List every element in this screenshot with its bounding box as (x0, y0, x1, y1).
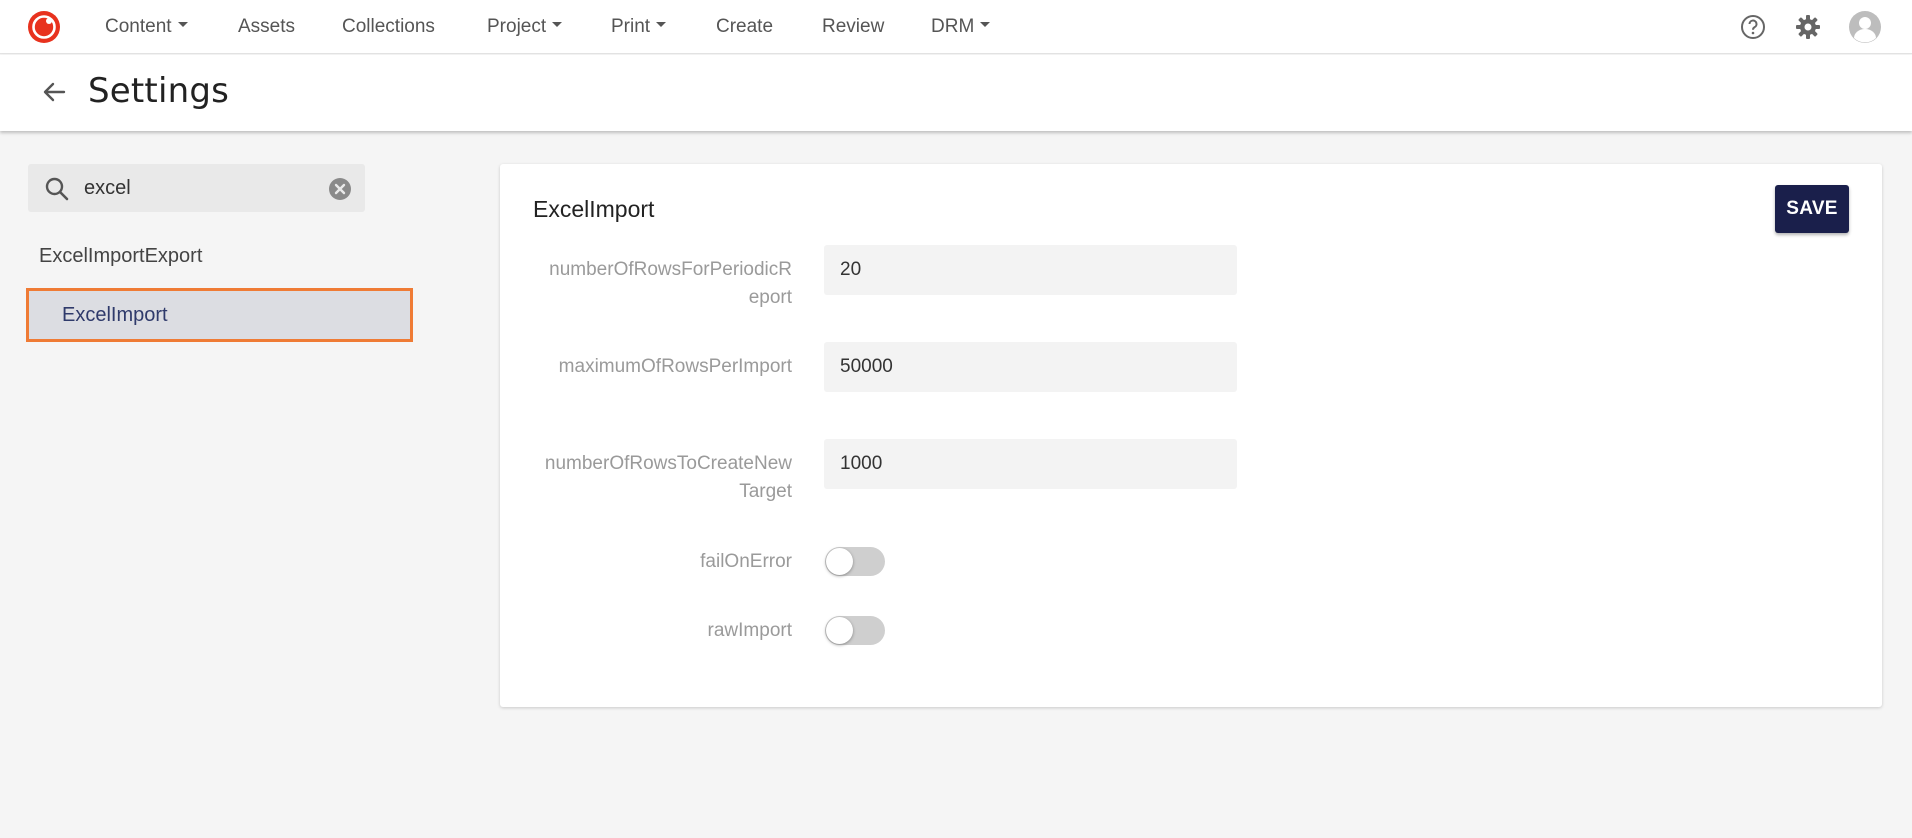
search-icon (45, 177, 69, 201)
section-title: ExcelImport (533, 196, 655, 222)
top-navigation: Content Assets Collections Project Print… (0, 0, 1912, 54)
sitecore-logo-icon[interactable] (27, 10, 61, 44)
nav-review[interactable]: Review (822, 0, 884, 54)
settings-search (28, 164, 365, 212)
tree-item-excelimport[interactable]: ExcelImport (26, 288, 413, 342)
nav-content[interactable]: Content (105, 0, 188, 54)
toggle-knob (826, 548, 853, 575)
settings-card: ExcelImport SAVE numberOfRowsForPeriodic… (500, 164, 1882, 707)
caret-down-icon (177, 22, 188, 28)
back-arrow-icon[interactable] (38, 76, 70, 108)
gear-icon[interactable] (1793, 12, 1823, 42)
failonerror-toggle[interactable] (825, 547, 885, 576)
clear-search-icon[interactable] (328, 177, 352, 201)
numberofrowsforperiodicreport-input[interactable] (824, 245, 1237, 295)
maximumofrowsperimport-input[interactable] (824, 342, 1237, 392)
user-avatar-icon[interactable] (1848, 10, 1882, 44)
page-title: Settings (88, 71, 230, 111)
save-button[interactable]: SAVE (1775, 185, 1849, 233)
caret-down-icon (552, 22, 563, 28)
help-icon[interactable] (1738, 12, 1768, 42)
field-label-numberofrowstocreatenewtarget: numberOfRowsToCreateNewTarget (544, 453, 792, 502)
rawimport-toggle[interactable] (825, 616, 885, 645)
field-label-numberofrowsforperiodicreport: numberOfRowsForPeriodicReport (549, 259, 792, 308)
field-label-failonerror: failOnError (700, 551, 792, 572)
tree-item-label: ExcelImport (62, 304, 168, 326)
numberofrowstocreatenewtarget-input[interactable] (824, 439, 1237, 489)
nav-print[interactable]: Print (611, 0, 667, 54)
nav-drm[interactable]: DRM (931, 0, 991, 54)
field-label-maximumofrowsperimport: maximumOfRowsPerImport (558, 356, 792, 377)
nav-collections[interactable]: Collections (342, 0, 435, 54)
caret-down-icon (980, 22, 991, 28)
search-input[interactable] (84, 164, 314, 212)
caret-down-icon (656, 22, 667, 28)
page-header: Settings (0, 55, 1912, 131)
field-label-rawimport: rawImport (707, 620, 792, 641)
tree-item-excelimportexport[interactable]: ExcelImportExport (39, 245, 202, 268)
nav-assets[interactable]: Assets (238, 0, 295, 54)
nav-project[interactable]: Project (487, 0, 563, 54)
nav-create[interactable]: Create (716, 0, 773, 54)
toggle-knob (826, 617, 853, 644)
